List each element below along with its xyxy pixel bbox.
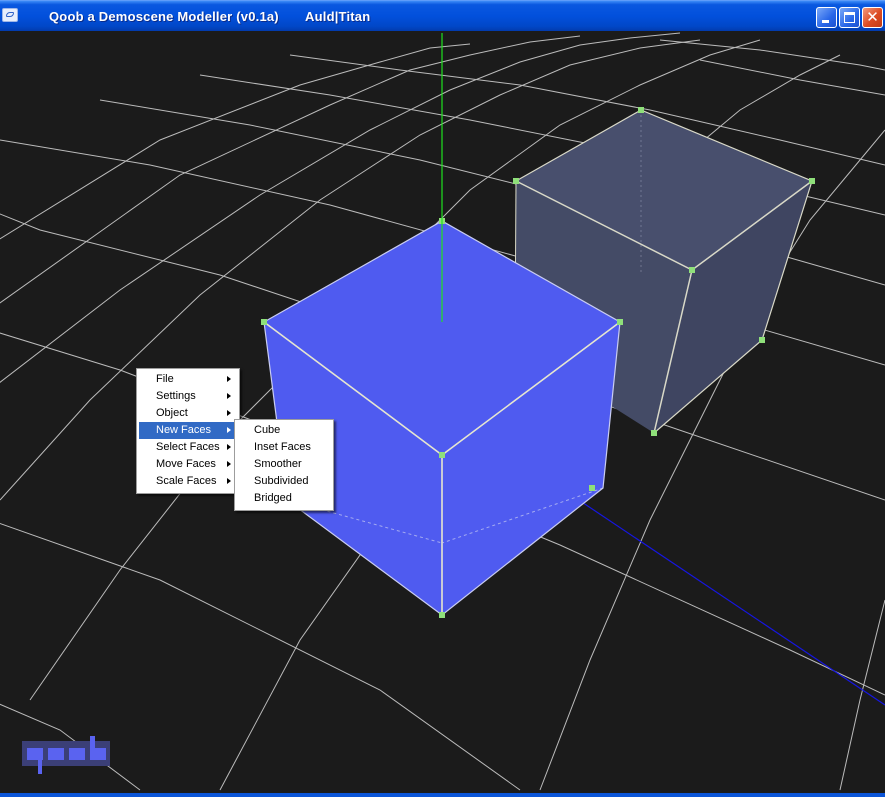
vertex-handle[interactable] (439, 452, 445, 458)
maximize-icon (844, 12, 855, 23)
maximize-button[interactable] (839, 7, 860, 28)
window-title: Qoob a Demoscene Modeller (v0.1a) Auld|T… (49, 9, 371, 24)
submenu-arrow-icon (227, 478, 231, 484)
vertex-handle[interactable] (759, 337, 765, 343)
vertex-handle[interactable] (809, 178, 815, 184)
vertex-handle[interactable] (638, 107, 644, 113)
menu-item-smoother[interactable]: Smoother (237, 456, 331, 473)
submenu-arrow-icon (227, 376, 231, 382)
context-menu[interactable]: File Settings Object New Faces Select Fa… (136, 368, 240, 494)
submenu-arrow-icon (227, 410, 231, 416)
close-button[interactable]: ✕ (862, 7, 883, 28)
menu-item-file[interactable]: File (139, 371, 237, 388)
submenu-arrow-icon (227, 393, 231, 399)
qoob-logo (22, 736, 112, 776)
close-icon: ✕ (866, 8, 879, 26)
vertex-handle[interactable] (617, 319, 623, 325)
submenu-arrow-icon (227, 444, 231, 450)
vertex-handle[interactable] (513, 178, 519, 184)
menu-item-scale-faces[interactable]: Scale Faces (139, 473, 237, 490)
minimize-button[interactable] (816, 7, 837, 28)
menu-item-settings[interactable]: Settings (139, 388, 237, 405)
minimize-icon (822, 20, 829, 23)
submenu-arrow-icon (227, 461, 231, 467)
submenu-arrow-icon (227, 427, 231, 433)
new-faces-submenu[interactable]: Cube Inset Faces Smoother Subdivided Bri… (234, 419, 334, 511)
menu-item-subdivided[interactable]: Subdivided (237, 473, 331, 490)
vertex-handle[interactable] (589, 485, 595, 491)
vertex-handle[interactable] (651, 430, 657, 436)
menu-item-select-faces[interactable]: Select Faces (139, 439, 237, 456)
menu-item-inset-faces[interactable]: Inset Faces (237, 439, 331, 456)
vertex-handle[interactable] (439, 612, 445, 618)
title-bar[interactable]: Qoob a Demoscene Modeller (v0.1a) Auld|T… (0, 0, 885, 31)
vertex-handle[interactable] (261, 319, 267, 325)
app-icon[interactable] (2, 8, 18, 22)
menu-item-object[interactable]: Object (139, 405, 237, 422)
window-bottom-border (0, 793, 885, 797)
3d-viewport[interactable] (0, 31, 885, 793)
vertex-handle[interactable] (689, 267, 695, 273)
menu-item-cube[interactable]: Cube (237, 422, 331, 439)
menu-item-new-faces[interactable]: New Faces (139, 422, 237, 439)
menu-item-bridged[interactable]: Bridged (237, 490, 331, 507)
menu-item-move-faces[interactable]: Move Faces (139, 456, 237, 473)
